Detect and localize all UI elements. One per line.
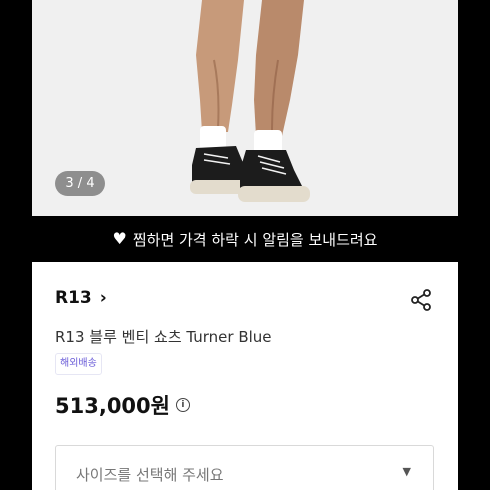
size-select[interactable]: 사이즈를 선택해 주세요 ▼ [55, 445, 434, 490]
share-icon[interactable] [409, 288, 433, 312]
caret-down-icon: ▼ [402, 465, 411, 478]
info-icon[interactable]: i [175, 398, 190, 412]
brand-link[interactable]: R13 › [55, 288, 107, 308]
brand-name: R13 [55, 288, 92, 308]
image-counter: 3 / 4 [55, 171, 105, 196]
price-row: 513,000원 i [55, 390, 190, 420]
product-price: 513,000원 [55, 394, 170, 418]
product-title: R13 블루 벤티 쇼츠 Turner Blue [55, 328, 272, 346]
wishlist-notice-text: 찜하면 가격 하락 시 알림을 보내드려요 [132, 230, 378, 249]
size-select-placeholder: 사이즈를 선택해 주세요 [76, 466, 224, 484]
overseas-shipping-badge: 해외배송 [55, 353, 102, 375]
wishlist-notice-bar[interactable]: ♥ 찜하면 가격 하락 시 알림을 보내드려요 [0, 216, 490, 262]
product-info-panel: R13 › R13 블루 벤티 쇼츠 Turner Blue 해외배송 513,… [32, 262, 458, 490]
chevron-right-icon: › [99, 288, 107, 308]
heart-icon: ♥ [112, 229, 127, 248]
